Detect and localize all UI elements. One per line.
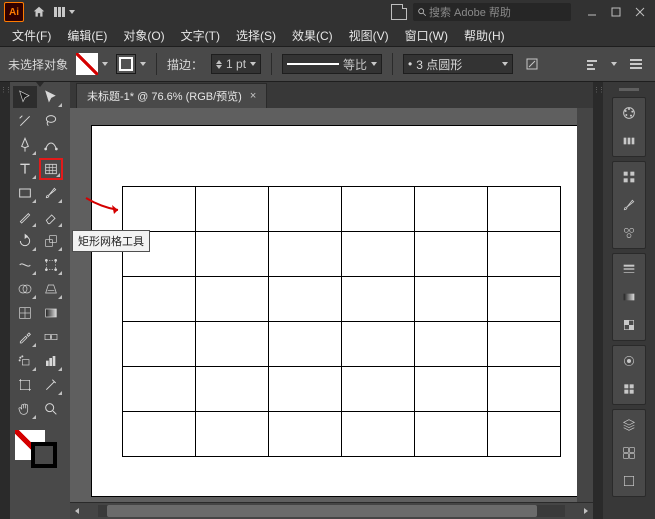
swatches-panel-icon[interactable] (617, 166, 641, 188)
artboard (92, 126, 577, 496)
pen-tool[interactable] (13, 134, 37, 156)
graphic-styles-panel-icon[interactable] (617, 378, 641, 400)
menu-edit[interactable]: 编辑(E) (61, 25, 113, 46)
artboard-tool[interactable] (13, 374, 37, 396)
minimize-button[interactable] (581, 4, 603, 20)
width-tool[interactable] (13, 254, 37, 276)
menu-bar: 文件(F) 编辑(E) 对象(O) 文字(T) 选择(S) 效果(C) 视图(V… (0, 24, 655, 47)
color-panel-icon[interactable] (617, 102, 641, 124)
zoom-tool[interactable] (39, 398, 63, 420)
menu-type[interactable]: 文字(T) (175, 25, 226, 46)
hand-tool[interactable] (13, 398, 37, 420)
menu-object[interactable]: 对象(O) (117, 25, 170, 46)
menu-select[interactable]: 选择(S) (230, 25, 282, 46)
menu-view[interactable]: 视图(V) (343, 25, 395, 46)
curvature-tool[interactable] (39, 134, 63, 156)
mesh-tool[interactable] (13, 302, 37, 324)
tab-title: 未标题-1* @ 76.6% (RGB/预览) (87, 88, 242, 104)
free-transform-tool[interactable] (39, 254, 63, 276)
blend-tool[interactable] (39, 326, 63, 348)
color-guide-panel-icon[interactable] (617, 130, 641, 152)
brushes-panel-icon[interactable] (617, 194, 641, 216)
tab-close-icon[interactable]: × (250, 90, 256, 102)
asset-export-panel-icon[interactable] (617, 442, 641, 464)
stroke-weight-input[interactable]: 1 pt (211, 54, 261, 74)
rectangular-grid-object (122, 186, 561, 457)
selection-status: 未选择对象 (8, 56, 68, 73)
app-logo: Ai (4, 2, 24, 22)
type-tool[interactable] (13, 158, 37, 180)
brush-name: 3 点圆形 (416, 56, 462, 73)
direct-selection-tool[interactable] (39, 86, 63, 108)
layers-panel-icon[interactable] (617, 414, 641, 436)
transparency-panel-icon[interactable] (617, 314, 641, 336)
fill-swatch[interactable] (76, 53, 98, 75)
horizontal-scrollbar[interactable] (70, 502, 593, 519)
menu-effect[interactable]: 效果(C) (286, 25, 339, 46)
opacity-icon[interactable] (521, 53, 543, 75)
lasso-tool[interactable] (39, 110, 63, 132)
rotate-tool[interactable] (13, 230, 37, 252)
align-panel-icon[interactable] (581, 53, 603, 75)
symbols-panel-icon[interactable] (617, 222, 641, 244)
left-dock-strip[interactable]: ⋮⋮ (0, 82, 10, 519)
panel-menu-icon[interactable] (625, 53, 647, 75)
brush-dot: • (408, 57, 412, 71)
symbol-sprayer-tool[interactable] (13, 350, 37, 372)
rectangular-grid-tool[interactable] (39, 158, 63, 180)
stroke-swatch[interactable] (116, 54, 136, 74)
stroke-label: 描边： (167, 56, 203, 73)
appearance-panel-icon[interactable] (617, 350, 641, 372)
slice-tool[interactable] (39, 374, 63, 396)
search-input[interactable]: 搜索 Adobe 帮助 (413, 3, 571, 21)
rectangle-tool[interactable] (13, 182, 37, 204)
search-placeholder: 搜索 Adobe 帮助 (429, 4, 511, 20)
brush-definition[interactable]: • 3 点圆形 (403, 54, 513, 74)
stroke-weight-value: 1 pt (226, 57, 246, 71)
menu-help[interactable]: 帮助(H) (458, 25, 511, 46)
annotation-arrow (84, 196, 124, 223)
document-tab[interactable]: 未标题-1* @ 76.6% (RGB/预览) × (76, 83, 267, 108)
eraser-tool[interactable] (39, 206, 63, 228)
menu-window[interactable]: 窗口(W) (399, 25, 454, 46)
shaper-tool[interactable] (13, 206, 37, 228)
shape-builder-tool[interactable] (13, 278, 37, 300)
selection-tool[interactable] (13, 86, 37, 108)
document-icon[interactable] (391, 4, 407, 20)
tool-tooltip: 矩形网格工具 (72, 230, 150, 252)
paintbrush-tool[interactable] (39, 182, 63, 204)
artboards-panel-icon[interactable] (617, 470, 641, 492)
uniform-label: 等比 (343, 56, 367, 73)
stroke-panel-icon[interactable] (617, 258, 641, 280)
gradient-panel-icon[interactable] (617, 286, 641, 308)
maximize-button[interactable] (605, 4, 627, 20)
close-button[interactable] (629, 4, 651, 20)
vertical-scrollbar[interactable] (577, 108, 593, 502)
canvas[interactable] (70, 108, 577, 502)
arrange-documents-button[interactable] (54, 3, 75, 21)
control-bar: 未选择对象 描边： 1 pt 等比 • 3 点圆形 (0, 47, 655, 82)
eyedropper-tool[interactable] (13, 326, 37, 348)
variable-width-profile[interactable]: 等比 (282, 54, 382, 74)
magic-wand-tool[interactable] (13, 110, 37, 132)
right-panel-dock (603, 82, 655, 519)
gradient-tool[interactable] (39, 302, 63, 324)
fill-stroke-indicator[interactable] (13, 428, 59, 470)
right-dock-strip[interactable]: ⋮⋮ (593, 82, 603, 519)
scale-tool[interactable] (39, 230, 63, 252)
perspective-grid-tool[interactable] (39, 278, 63, 300)
tools-panel (10, 82, 70, 519)
home-icon[interactable] (30, 3, 48, 21)
menu-file[interactable]: 文件(F) (6, 25, 57, 46)
column-graph-tool[interactable] (39, 350, 63, 372)
